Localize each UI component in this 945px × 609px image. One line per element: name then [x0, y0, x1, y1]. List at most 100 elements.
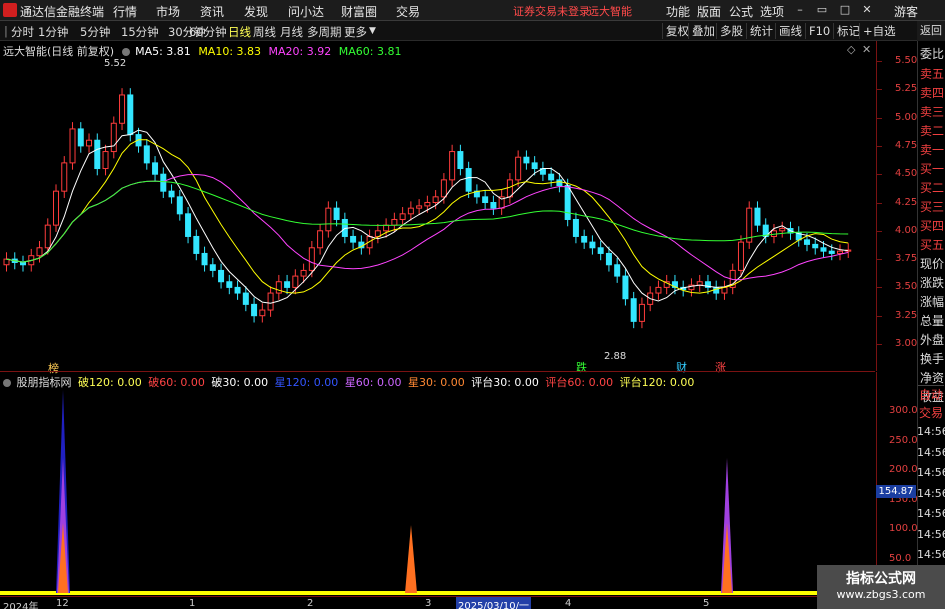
date-tick: 2024年 — [3, 602, 39, 609]
candle-body — [754, 207, 761, 226]
candle-body — [143, 145, 150, 164]
sidebar-item[interactable]: 买一 — [919, 160, 945, 177]
maximize-icon[interactable]: □ — [838, 3, 852, 17]
login-notice[interactable]: 证券交易未登录 — [513, 3, 590, 19]
menu-market[interactable]: 市场 — [156, 3, 180, 20]
candle-body — [779, 228, 786, 232]
event-label-finance[interactable]: 财 — [676, 359, 687, 375]
price-tick-mark — [877, 117, 882, 119]
more-dropdown-icon[interactable]: ▼ — [369, 26, 376, 36]
sidebar-item[interactable]: 卖一 — [919, 141, 945, 158]
diamond-icon[interactable]: ◇ — [847, 43, 855, 56]
candle-body — [333, 207, 340, 220]
menu-layout[interactable]: 版面 — [697, 3, 721, 20]
menu-functions[interactable]: 功能 — [666, 3, 690, 20]
quote-sidebar: 委比 卖五 卖四 卖三 卖二 卖一 买一 买二 买三 买四 买五 现价 涨跌 涨… — [917, 41, 945, 609]
candle-body — [300, 269, 307, 277]
user-guest[interactable]: 游客 — [894, 3, 918, 20]
menu-discover[interactable]: 发现 — [244, 3, 268, 20]
candle-body — [630, 298, 637, 322]
sidebar-item[interactable]: 委比 — [919, 45, 945, 62]
price-tick-label: 3.00 — [895, 338, 918, 349]
trade-label[interactable]: 交易 — [918, 404, 944, 421]
period-weekly[interactable]: 周线 — [253, 24, 276, 40]
sidebar-item[interactable]: 现价 — [919, 255, 945, 272]
period-more[interactable]: 更多 — [344, 24, 367, 40]
candlestick-chart[interactable] — [0, 41, 875, 371]
draw-button[interactable]: 画线 — [775, 23, 805, 39]
menu-options[interactable]: 选项 — [760, 3, 784, 20]
price-tick-mark — [877, 61, 882, 62]
restore-icon[interactable]: ▭ — [815, 3, 829, 17]
sidebar-item[interactable]: 卖二 — [919, 122, 945, 139]
title-bar: 通达信金融终端 行情 市场 资讯 发现 问小达 财富圈 交易 证券交易未登录 远… — [0, 0, 945, 21]
close-icon[interactable]: ✕ — [860, 3, 874, 17]
f10-button[interactable]: F10 — [805, 23, 833, 39]
candle-body — [226, 281, 233, 288]
panel-divider — [0, 371, 875, 372]
period-15min[interactable]: 15分钟 — [121, 24, 159, 40]
period-daily[interactable]: 日线 — [228, 24, 251, 40]
date-tick: 4 — [565, 598, 572, 609]
period-1min[interactable]: 1分钟 — [38, 24, 68, 40]
event-label-drop[interactable]: 跌 — [576, 359, 587, 375]
event-label-rise[interactable]: 涨 — [715, 359, 726, 375]
back-button[interactable]: 返回 — [917, 21, 945, 41]
minimize-icon[interactable]: – — [793, 3, 807, 17]
sidebar-item[interactable]: 买三 — [919, 198, 945, 215]
price-tick-label: 3.25 — [895, 309, 918, 321]
sidebar-item[interactable]: 卖五 — [919, 65, 945, 82]
candle-body — [292, 275, 299, 288]
indicator-settings-icon-2[interactable] — [3, 379, 11, 387]
candle-body — [275, 281, 282, 294]
candle-body — [168, 190, 175, 198]
main-chart-header: 远大智能(日线 前复权) MA5: 3.81 MA10: 3.83 MA20: … — [3, 43, 401, 59]
menu-news[interactable]: 资讯 — [200, 3, 224, 20]
sidebar-item[interactable]: 换手 — [919, 350, 945, 367]
candle-body — [86, 139, 93, 147]
candle-body — [440, 179, 447, 198]
candle-body — [325, 207, 332, 232]
sidebar-item[interactable]: 卖三 — [919, 103, 945, 120]
overlay-button[interactable]: 叠加 — [688, 23, 718, 39]
sidebar-item[interactable]: 外盘 — [919, 331, 945, 348]
menu-formula[interactable]: 公式 — [729, 3, 753, 20]
menu-assistant[interactable]: 问小达 — [288, 3, 324, 20]
sidebar-item[interactable]: 买五 — [919, 236, 945, 253]
price-tick-mark — [877, 174, 882, 176]
candle-body — [490, 202, 497, 209]
sidebar-item[interactable]: 买四 — [919, 217, 945, 234]
sidebar-item[interactable]: 总量 — [919, 312, 945, 329]
date-tick: 2 — [307, 598, 314, 609]
candle-body — [605, 252, 612, 266]
sidebar-item[interactable]: 涨幅 — [919, 293, 945, 310]
close-panel-icon[interactable]: ✕ — [862, 43, 871, 56]
sidebar-item[interactable]: 买二 — [919, 179, 945, 196]
tick-time: 14:56 — [917, 548, 945, 561]
menu-wealth[interactable]: 财富圈 — [341, 3, 377, 20]
menu-quotes[interactable]: 行情 — [113, 3, 137, 20]
candle-body — [102, 151, 109, 170]
candle-body — [259, 309, 266, 317]
candle-body — [572, 218, 579, 237]
period-60min[interactable]: 60分钟 — [189, 24, 227, 40]
auto-trade-label[interactable]: 自动 — [918, 385, 944, 403]
indicator-settings-icon[interactable] — [121, 48, 130, 56]
sidebar-item[interactable]: 涨跌 — [919, 274, 945, 291]
ma10-label: MA10: 3.83 — [198, 45, 262, 58]
stats-button[interactable]: 统计 — [746, 23, 776, 39]
candle-body — [638, 303, 645, 322]
price-tick-label: 5.25 — [895, 83, 918, 95]
indicator-chart[interactable] — [0, 388, 875, 596]
sidebar-item[interactable]: 净资 — [919, 369, 945, 386]
add-watchlist-button[interactable]: +自选 — [859, 23, 899, 39]
period-multi[interactable]: 多周期 — [307, 24, 342, 40]
collapse-icon[interactable]: | — [4, 24, 8, 38]
period-monthly[interactable]: 月线 — [280, 24, 303, 40]
period-5min[interactable]: 5分钟 — [80, 24, 110, 40]
sidebar-item[interactable]: 卖四 — [919, 84, 945, 101]
candle-body — [449, 151, 456, 181]
period-intraday[interactable]: 分时 — [11, 24, 34, 40]
multi-stock-button[interactable]: 多股 — [716, 23, 746, 39]
menu-trade[interactable]: 交易 — [396, 3, 420, 20]
